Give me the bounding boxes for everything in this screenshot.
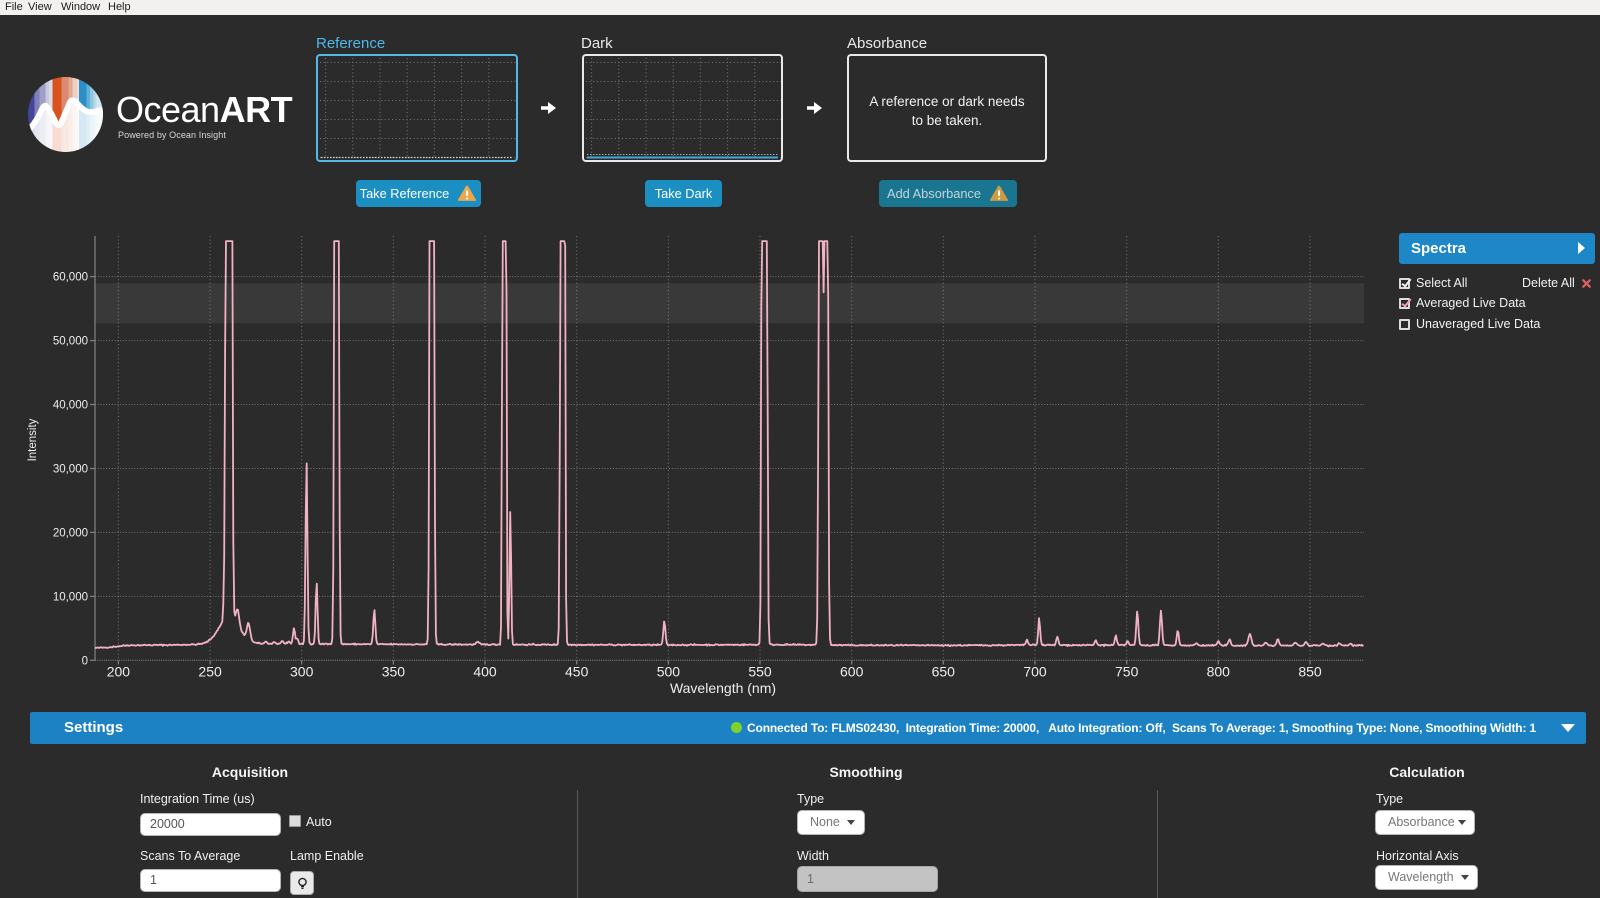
svg-text:10,000: 10,000 <box>53 591 88 603</box>
svg-text:700: 700 <box>1023 664 1047 680</box>
svg-text:400: 400 <box>473 664 497 680</box>
svg-text:450: 450 <box>565 664 589 680</box>
svg-text:200: 200 <box>107 664 131 680</box>
svg-text:Wavelength (nm): Wavelength (nm) <box>670 680 776 696</box>
svg-text:800: 800 <box>1207 664 1231 680</box>
svg-text:20,000: 20,000 <box>53 527 88 539</box>
svg-text:50,000: 50,000 <box>53 336 88 348</box>
svg-text:350: 350 <box>382 664 406 680</box>
svg-text:850: 850 <box>1298 664 1322 680</box>
svg-text:650: 650 <box>932 664 956 680</box>
svg-text:0: 0 <box>82 655 88 667</box>
svg-text:300: 300 <box>290 664 314 680</box>
svg-text:60,000: 60,000 <box>53 272 88 284</box>
svg-text:500: 500 <box>657 664 681 680</box>
svg-text:600: 600 <box>840 664 864 680</box>
svg-text:750: 750 <box>1115 664 1139 680</box>
svg-text:40,000: 40,000 <box>53 400 88 412</box>
svg-text:30,000: 30,000 <box>53 464 88 476</box>
svg-text:550: 550 <box>748 664 772 680</box>
svg-text:Intensity: Intensity <box>27 418 39 461</box>
svg-text:250: 250 <box>198 664 222 680</box>
